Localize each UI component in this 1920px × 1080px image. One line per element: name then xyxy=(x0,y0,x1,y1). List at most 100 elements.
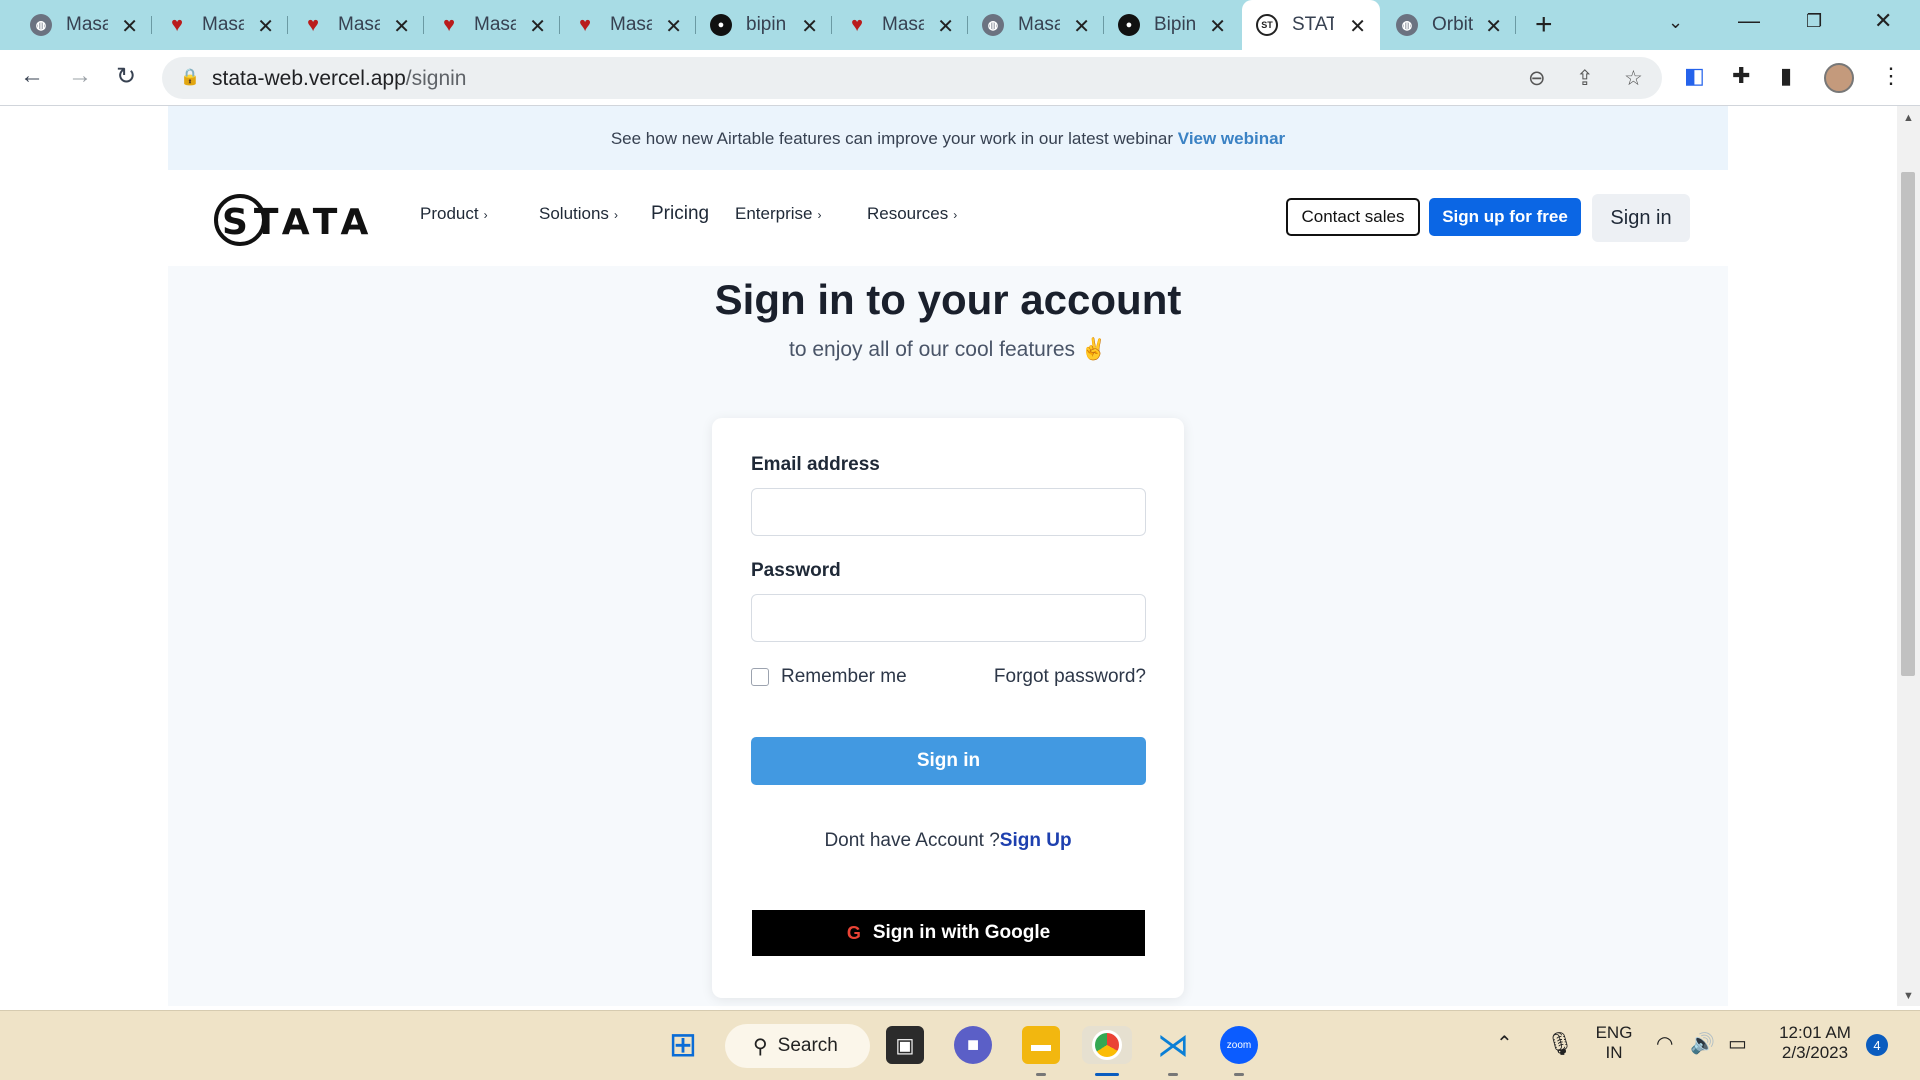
search-icon: ⚲ xyxy=(753,1035,768,1058)
password-label: Password xyxy=(751,560,841,581)
close-icon[interactable]: ✕ xyxy=(937,14,954,39)
chrome-icon[interactable] xyxy=(1082,1026,1132,1064)
scroll-down-icon[interactable]: ▼ xyxy=(1903,990,1914,1002)
minimize-icon[interactable]: — xyxy=(1738,8,1760,34)
page: See how new Airtable features can improv… xyxy=(168,106,1728,1006)
nav-solutions[interactable]: Solutions › xyxy=(539,204,618,224)
nav-product[interactable]: Product › xyxy=(420,204,488,224)
contact-sales-button[interactable]: Contact sales xyxy=(1286,198,1420,236)
email-label: Email address xyxy=(751,454,880,475)
pin-icon: ♥ xyxy=(579,13,591,36)
email-field[interactable] xyxy=(751,488,1146,536)
stata-icon: ST xyxy=(1256,14,1278,36)
remember-me[interactable]: Remember me xyxy=(751,666,907,688)
url-text[interactable]: stata-web.vercel.app/signin xyxy=(212,67,466,91)
tab-title: Masa xyxy=(882,14,924,35)
forward-icon[interactable]: → xyxy=(68,62,92,90)
logo-text: STATA xyxy=(222,202,375,243)
reload-icon[interactable]: ↻ xyxy=(116,62,136,91)
browser-tab[interactable]: ♥ Masa ✕ xyxy=(152,6,288,44)
browser-tab[interactable]: ● bipin ✕ xyxy=(696,6,832,44)
globe-icon: ◍ xyxy=(982,14,1004,36)
vscode-icon[interactable]: ⋊ xyxy=(1154,1026,1192,1064)
close-icon[interactable]: ✕ xyxy=(1485,14,1502,39)
zoom-icon[interactable]: ⊖ xyxy=(1528,66,1546,91)
extension-icon[interactable]: ◧ xyxy=(1684,63,1705,89)
address-bar[interactable]: 🔒 stata-web.vercel.app/signin ⊖ ⇪ ☆ xyxy=(162,57,1662,99)
view-webinar-link[interactable]: View webinar xyxy=(1178,129,1285,148)
battery-icon[interactable]: ▭ xyxy=(1728,1031,1747,1056)
close-icon[interactable]: ✕ xyxy=(801,14,818,39)
chat-icon[interactable]: ■ xyxy=(954,1026,992,1064)
sign-up-button[interactable]: Sign up for free xyxy=(1429,198,1581,236)
lock-icon: 🔒 xyxy=(180,69,200,86)
browser-tab[interactable]: ● Bipin ✕ xyxy=(1104,6,1240,44)
sign-up-link[interactable]: Sign Up xyxy=(1000,830,1072,851)
browser-tab[interactable]: ♥ Masa ✕ xyxy=(288,6,424,44)
tab-title: STATA xyxy=(1292,14,1334,35)
wifi-icon[interactable]: ◠ xyxy=(1656,1031,1673,1056)
back-icon[interactable]: ← xyxy=(20,62,44,90)
task-view-icon[interactable]: ▣ xyxy=(886,1026,924,1064)
close-icon[interactable]: ✕ xyxy=(665,14,682,39)
notification-badge[interactable]: 4 xyxy=(1866,1034,1888,1056)
globe-icon: ◍ xyxy=(1396,14,1418,36)
browser-tab[interactable]: ♥ Masa ✕ xyxy=(424,6,560,44)
scrollbar-thumb[interactable] xyxy=(1901,172,1915,676)
browser-tab[interactable]: ♥ Masa ✕ xyxy=(832,6,968,44)
pin-icon: ♥ xyxy=(443,13,455,36)
new-tab-icon[interactable]: + xyxy=(1535,8,1553,42)
taskbar-search[interactable]: ⚲ Search xyxy=(725,1024,870,1068)
side-panel-icon[interactable]: ▮ xyxy=(1780,63,1792,89)
browser-tab[interactable]: ◍ Orbit ✕ xyxy=(1382,6,1516,44)
tab-title: Bipin xyxy=(1154,14,1196,35)
nav-pricing[interactable]: Pricing xyxy=(651,203,709,225)
chevron-right-icon: › xyxy=(613,208,618,222)
browser-tab[interactable]: ◍ Masa ✕ xyxy=(968,6,1104,44)
github-icon: ● xyxy=(710,14,732,36)
nav-enterprise[interactable]: Enterprise › xyxy=(735,204,821,224)
close-icon[interactable]: ✕ xyxy=(1209,14,1226,39)
close-icon[interactable]: ✕ xyxy=(1349,14,1366,39)
bookmark-star-icon[interactable]: ☆ xyxy=(1624,66,1643,91)
remember-me-checkbox[interactable] xyxy=(751,668,769,686)
close-icon[interactable]: ✕ xyxy=(1073,14,1090,39)
close-icon[interactable]: ✕ xyxy=(257,14,274,39)
close-icon[interactable]: ✕ xyxy=(529,14,546,39)
browser-tab[interactable]: ◍ Masa ✕ xyxy=(16,6,152,44)
language-indicator[interactable]: ENG IN xyxy=(1594,1023,1634,1063)
taskbar: ⊞ ⚲ Search ▣ ■ ▬ ⋊ zoom ⌃ 🎙 ENG IN ◠ 🔊 ▭ … xyxy=(0,1010,1920,1080)
volume-icon[interactable]: 🔊 xyxy=(1690,1031,1715,1056)
password-field[interactable] xyxy=(751,594,1146,642)
tab-search-icon[interactable]: ⌄ xyxy=(1668,12,1683,33)
tab-title: bipin xyxy=(746,14,787,35)
menu-icon[interactable]: ⋮ xyxy=(1880,63,1902,89)
close-icon[interactable]: ✕ xyxy=(121,14,138,39)
close-window-icon[interactable]: ✕ xyxy=(1874,8,1892,34)
nav-sign-in-button[interactable]: Sign in xyxy=(1592,194,1690,242)
avatar[interactable] xyxy=(1824,63,1854,93)
share-icon[interactable]: ⇪ xyxy=(1576,66,1594,91)
scroll-up-icon[interactable]: ▲ xyxy=(1903,112,1914,124)
tab-title: Masa xyxy=(474,14,516,35)
google-sign-in-button[interactable]: G Sign in with Google xyxy=(752,910,1145,956)
windows-start-icon[interactable]: ⊞ xyxy=(664,1026,702,1064)
browser-tab-active[interactable]: ST STATA ✕ xyxy=(1242,0,1380,50)
tab-title: Masa xyxy=(66,14,108,35)
tray-overflow-icon[interactable]: ⌃ xyxy=(1496,1031,1513,1056)
file-explorer-icon[interactable]: ▬ xyxy=(1022,1026,1060,1064)
sign-in-button[interactable]: Sign in xyxy=(751,737,1146,785)
clock[interactable]: 12:01 AM 2/3/2023 xyxy=(1770,1023,1860,1063)
nav-resources[interactable]: Resources › xyxy=(867,204,957,224)
pin-icon: ♥ xyxy=(171,13,183,36)
zoom-app-icon[interactable]: zoom xyxy=(1220,1026,1258,1064)
scrollbar[interactable]: ▲ ▼ xyxy=(1897,106,1920,1006)
browser-tab[interactable]: ♥ Masa ✕ xyxy=(560,6,696,44)
page-title: Sign in to your account xyxy=(714,276,1182,323)
restore-icon[interactable]: ❐ xyxy=(1806,11,1822,32)
close-icon[interactable]: ✕ xyxy=(393,14,410,39)
browser-toolbar: ← → ↻ 🔒 stata-web.vercel.app/signin ⊖ ⇪ … xyxy=(0,50,1920,106)
puzzle-icon[interactable]: ✚ xyxy=(1732,63,1750,89)
forgot-password-link[interactable]: Forgot password? xyxy=(994,666,1146,688)
microphone-icon[interactable]: 🎙 xyxy=(1546,1031,1574,1057)
